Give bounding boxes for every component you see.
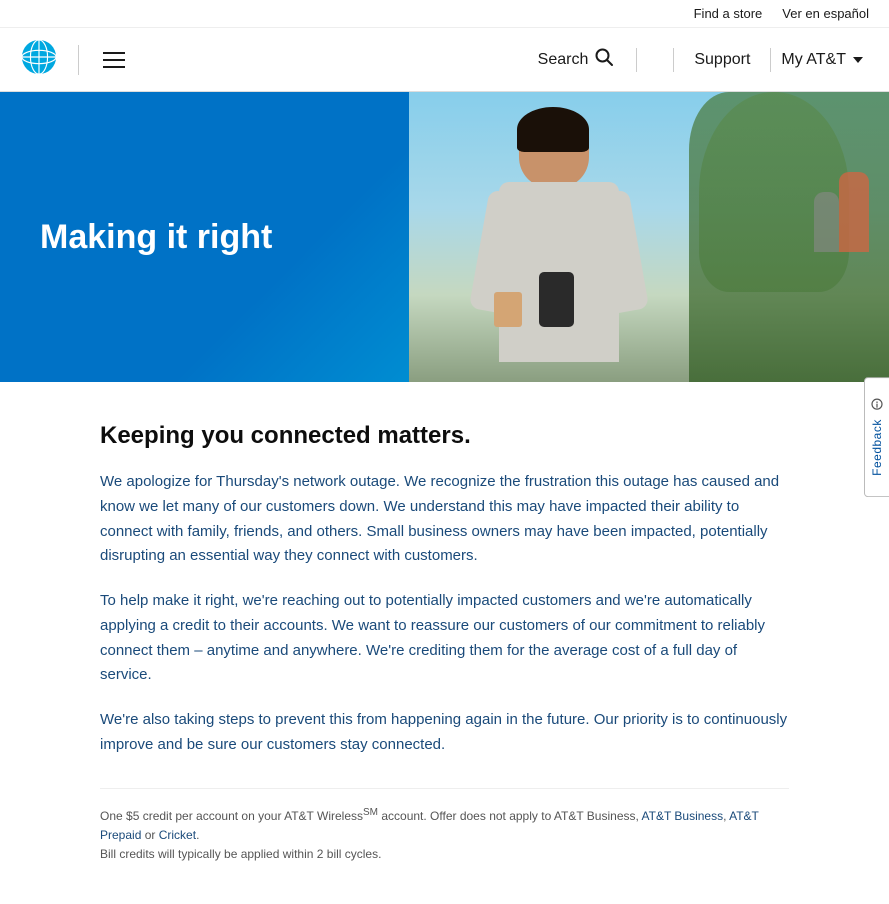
support-link[interactable]: Support [678,51,766,69]
top-bar: Find a store Ver en español [0,0,889,28]
main-nav: Search Support My AT&T [0,28,889,92]
main-heading: Keeping you connected matters. [100,422,789,450]
hero-image [409,92,889,382]
nav-divider-3 [770,48,771,72]
nav-divider-1 [636,48,637,72]
myatt-label: My AT&T [781,51,846,69]
search-button[interactable]: Search [520,47,633,72]
nav-right: Search Support My AT&T [520,47,869,72]
feedback-icon [871,398,883,413]
search-label: Search [538,51,589,69]
fine-print-text: One $5 credit per account on your AT&T W… [100,805,789,865]
feedback-label: Feedback [870,419,884,476]
paragraph-2: To help make it right, we're reaching ou… [100,589,789,688]
fine-print-section: One $5 credit per account on your AT&T W… [100,788,789,865]
search-icon [594,47,614,72]
myatt-dropdown[interactable]: My AT&T [775,51,869,69]
paragraph-1: We apologize for Thursday's network outa… [100,470,789,569]
hero-section: Making it right [0,92,889,382]
att-logo[interactable] [20,38,58,81]
main-content: Keeping you connected matters. We apolog… [0,382,889,904]
logo-divider [78,45,79,75]
cart-button[interactable] [641,49,669,71]
find-store-link[interactable]: Find a store [694,6,763,21]
hamburger-menu[interactable] [99,48,129,72]
spanish-link[interactable]: Ver en español [782,6,869,21]
cricket-link[interactable]: Cricket [159,828,196,842]
feedback-tab[interactable]: Feedback [864,377,889,497]
hero-title: Making it right [40,216,272,259]
chevron-down-icon [853,57,863,63]
hero-person [489,112,629,382]
logo-area [20,38,129,81]
paragraph-3: We're also taking steps to prevent this … [100,708,789,758]
nav-divider-2 [673,48,674,72]
att-business-link[interactable]: AT&T Business [642,809,724,823]
